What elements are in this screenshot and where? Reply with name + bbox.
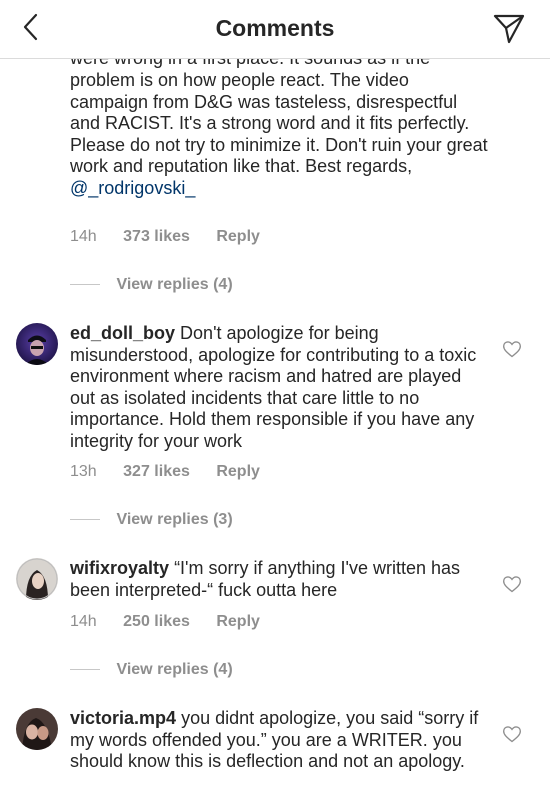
comment-meta: 13h 327 likes Reply — [70, 463, 282, 481]
comment-text: ed_doll_boy Don't apologize for being mi… — [70, 323, 490, 452]
avatar[interactable] — [16, 708, 58, 750]
comment-username[interactable]: victoria.mp4 — [70, 708, 176, 728]
comment-meta: 14h 250 likes Reply — [70, 613, 282, 631]
likes-count[interactable]: 327 likes — [123, 463, 190, 480]
avatar-image — [16, 323, 58, 365]
comment-username[interactable]: wifixroyalty — [70, 558, 169, 578]
view-replies-label: View replies (3) — [116, 511, 233, 528]
comment-time: 14h — [70, 228, 97, 245]
comment-username[interactable]: ed_doll_boy — [70, 323, 175, 343]
view-replies-label: View replies (4) — [116, 661, 233, 678]
reply-button[interactable]: Reply — [216, 228, 260, 245]
header-bar: Comments — [0, 0, 550, 59]
comment-text: wifixroyalty “I'm sorry if anything I've… — [70, 558, 490, 601]
avatar[interactable] — [16, 323, 58, 365]
heart-outline-icon[interactable] — [502, 724, 522, 744]
view-replies-button[interactable]: View replies (4) — [70, 276, 233, 294]
reply-button[interactable]: Reply — [216, 463, 260, 480]
reply-button[interactable]: Reply — [216, 613, 260, 630]
divider-line — [70, 669, 100, 671]
direct-send-icon[interactable] — [492, 11, 526, 45]
heart-outline-icon[interactable] — [502, 574, 522, 594]
comment-meta: 14h 373 likes Reply — [70, 228, 282, 246]
avatar-image — [16, 558, 58, 600]
avatar-image — [16, 708, 58, 750]
heart-outline-icon[interactable] — [502, 339, 522, 359]
view-replies-label: View replies (4) — [116, 276, 233, 293]
likes-count[interactable]: 250 likes — [123, 613, 190, 630]
comment-time: 14h — [70, 613, 97, 630]
comment-text: problem is on how people react. The vide… — [70, 70, 490, 199]
likes-count[interactable]: 373 likes — [123, 228, 190, 245]
view-replies-button[interactable]: View replies (4) — [70, 661, 233, 679]
comments-feed[interactable]: were wrong in a first place. It sounds a… — [0, 0, 550, 805]
divider-line — [70, 519, 100, 521]
divider-line — [70, 284, 100, 286]
page-title: Comments — [215, 15, 335, 41]
comment-text: victoria.mp4 you didnt apologize, you sa… — [70, 708, 490, 773]
comment-body: problem is on how people react. The vide… — [70, 70, 488, 176]
view-replies-button[interactable]: View replies (3) — [70, 511, 233, 529]
comment-time: 13h — [70, 463, 97, 480]
mention-link[interactable]: @_rodrigovski_ — [70, 178, 195, 198]
avatar[interactable] — [16, 558, 58, 600]
